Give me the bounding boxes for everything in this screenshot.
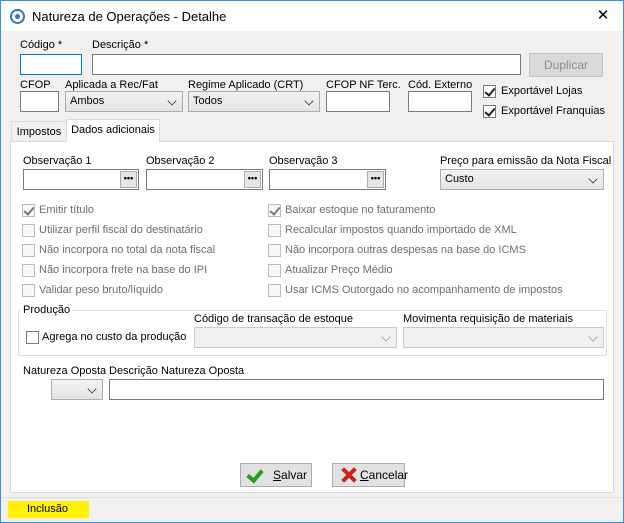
- tab-dados-adicionais[interactable]: Dados adicionais: [66, 119, 160, 142]
- natureza-oposta-select[interactable]: [51, 379, 103, 400]
- chevron-down-icon: [588, 332, 598, 342]
- preco-value: Custo: [445, 173, 474, 185]
- aplicada-value: Ambos: [70, 95, 105, 107]
- exportavel-franquias-label: Exportável Franquias: [501, 105, 605, 117]
- obs1-ellipsis-button[interactable]: •••: [120, 171, 137, 188]
- close-icon: [340, 467, 356, 483]
- tab-impostos[interactable]: Impostos: [11, 121, 67, 142]
- window-title: Natureza de Operações - Detalhe: [32, 9, 227, 24]
- descricao-label: Descrição *: [92, 39, 149, 51]
- cod-externo-input[interactable]: [408, 91, 472, 112]
- nao-incorpora-frete-checkbox[interactable]: [22, 264, 35, 277]
- cod-externo-label: Cód. Externo: [408, 79, 473, 91]
- codigo-label: Código *: [20, 39, 63, 51]
- recalcular-impostos-label: Recalcular impostos quando importado de …: [285, 224, 517, 236]
- regime-label: Regime Aplicado (CRT): [188, 79, 304, 91]
- chevron-down-icon: [588, 174, 598, 184]
- recalcular-impostos-checkbox[interactable]: [268, 224, 281, 237]
- emitir-titulo-label: Emitir título: [39, 204, 95, 216]
- aplicada-select[interactable]: Ambos: [65, 91, 183, 112]
- emitir-titulo-checkbox[interactable]: [22, 204, 35, 217]
- salvar-button[interactable]: Salvar: [240, 463, 312, 487]
- agrega-custo-label: Agrega no custo da produção: [42, 331, 187, 343]
- nao-incorpora-despesas-checkbox[interactable]: [268, 244, 281, 257]
- checkmark-icon: [246, 465, 264, 484]
- obs3-label: Observação 3: [269, 155, 338, 167]
- detail-window: Natureza de Operações - Detalhe ✕ Código…: [0, 0, 624, 523]
- regime-select[interactable]: Todos: [188, 91, 320, 112]
- status-badge: Inclusão: [8, 501, 89, 518]
- salvar-label: Salvar: [273, 468, 308, 482]
- nao-incorpora-total-label: Não incorpora no total da nota fiscal: [39, 244, 216, 256]
- dados-adicionais-panel: Observação 1 ••• Observação 2 ••• Observ…: [10, 141, 614, 493]
- validar-peso-checkbox[interactable]: [22, 284, 35, 297]
- codigo-input[interactable]: [20, 54, 82, 75]
- icms-outorgado-checkbox[interactable]: [268, 284, 281, 297]
- movimenta-select[interactable]: [403, 327, 604, 348]
- nao-incorpora-total-checkbox[interactable]: [22, 244, 35, 257]
- atualizar-preco-medio-checkbox[interactable]: [268, 264, 281, 277]
- descricao-oposta-input[interactable]: [109, 379, 604, 400]
- nao-incorpora-despesas-label: Não incorpora outras despesas na base do…: [285, 244, 526, 256]
- app-icon: [10, 9, 25, 24]
- cfop-nf-input[interactable]: [326, 91, 390, 112]
- regime-value: Todos: [193, 95, 223, 107]
- status-bar: Inclusão: [1, 497, 623, 522]
- agrega-custo-checkbox[interactable]: [26, 331, 39, 344]
- baixar-estoque-label: Baixar estoque no faturamento: [285, 204, 436, 216]
- obs2-label: Observação 2: [146, 155, 215, 167]
- exportavel-lojas-checkbox[interactable]: [483, 85, 496, 98]
- cancelar-button[interactable]: Cancelar: [332, 463, 409, 487]
- cancelar-label: Cancelar: [360, 468, 409, 482]
- natureza-oposta-label: Natureza Oposta: [23, 365, 107, 377]
- obs1-label: Observação 1: [23, 155, 92, 167]
- descricao-oposta-label: Descrição Natureza Oposta: [109, 365, 245, 377]
- perfil-fiscal-label: Utilizar perfil fiscal do destinatário: [39, 224, 203, 236]
- atualizar-preco-medio-label: Atualizar Preço Médio: [285, 264, 393, 276]
- cfop-label: CFOP: [20, 79, 51, 91]
- chevron-down-icon: [167, 96, 177, 106]
- cfop-nf-label: CFOP NF Terc.: [326, 79, 401, 91]
- validar-peso-label: Validar peso bruto/líquido: [39, 284, 163, 296]
- movimenta-label: Movimenta requisição de materiais: [403, 313, 573, 325]
- codigo-transacao-select[interactable]: [194, 327, 397, 348]
- icms-outorgado-label: Usar ICMS Outorgado no acompanhamento de…: [285, 284, 563, 296]
- obs3-ellipsis-button[interactable]: •••: [367, 171, 384, 188]
- preco-select[interactable]: Custo: [440, 169, 604, 190]
- obs2-ellipsis-button[interactable]: •••: [244, 171, 261, 188]
- descricao-input[interactable]: [92, 54, 521, 75]
- cfop-input[interactable]: [20, 91, 59, 112]
- aplicada-label: Aplicada a Rec/Fat: [65, 79, 158, 91]
- close-icon[interactable]: ✕: [590, 7, 616, 25]
- producao-title: Produção: [21, 304, 73, 316]
- codigo-transacao-label: Código de transação de estoque: [194, 313, 354, 325]
- chevron-down-icon: [304, 96, 314, 106]
- preco-label: Preço para emissão da Nota Fiscal: [440, 155, 612, 167]
- chevron-down-icon: [381, 332, 391, 342]
- baixar-estoque-checkbox[interactable]: [268, 204, 281, 217]
- title-bar: Natureza de Operações - Detalhe ✕: [1, 1, 623, 31]
- nao-incorpora-frete-label: Não incorpora frete na base do IPI: [39, 264, 208, 276]
- exportavel-lojas-label: Exportável Lojas: [501, 85, 583, 97]
- exportavel-franquias-checkbox[interactable]: [483, 105, 496, 118]
- chevron-down-icon: [87, 384, 97, 394]
- perfil-fiscal-checkbox[interactable]: [22, 224, 35, 237]
- duplicar-button[interactable]: Duplicar: [529, 53, 603, 77]
